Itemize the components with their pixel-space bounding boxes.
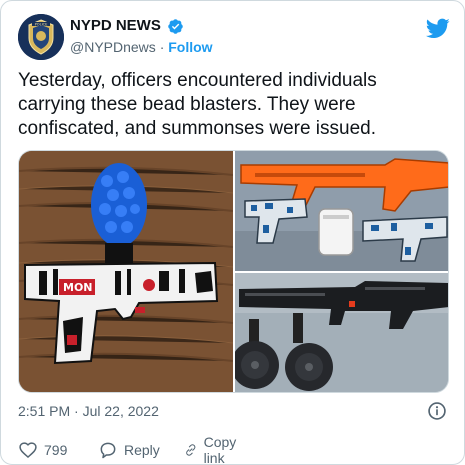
info-icon[interactable] — [427, 401, 447, 421]
author-names: NYPD NEWS @NYPDnews · Follow — [70, 16, 213, 57]
tweet-time: 2:51 PM — [18, 403, 71, 419]
tweet-card: POLICE NYPD NEWS @NYPDnews · Follow Yest… — [0, 0, 465, 465]
nypd-badge-icon: POLICE — [18, 14, 64, 60]
heart-icon — [19, 442, 37, 458]
reply-bubble-icon — [100, 442, 116, 459]
author-handle[interactable]: @NYPDnews — [70, 39, 156, 55]
time-separator: · — [74, 403, 79, 419]
reply-label: Reply — [124, 442, 160, 458]
tweet-text: Yesterday, officers encountered individu… — [18, 70, 377, 139]
tweet-header: POLICE NYPD NEWS @NYPDnews · Follow — [18, 14, 450, 60]
twitter-bird-icon[interactable] — [426, 16, 450, 40]
gun-decal-text: MON — [63, 281, 93, 294]
link-icon — [186, 444, 196, 456]
photo-black-rifle[interactable] — [235, 273, 448, 392]
photo-blasters-group[interactable] — [235, 151, 448, 271]
timestamp-row[interactable]: 2:51 PM · Jul 22, 2022 — [18, 402, 159, 420]
copy-link-button[interactable]: Copy link — [184, 434, 243, 464]
avatar-badge-text: POLICE — [35, 22, 49, 26]
reply-button[interactable]: Reply — [98, 439, 160, 461]
photo-pistol[interactable]: MON — [19, 151, 233, 392]
author-display-name[interactable]: NYPD NEWS — [70, 16, 161, 36]
media-grid: MON — [18, 150, 449, 393]
like-count: 799 — [44, 442, 68, 458]
handle-row: @NYPDnews · Follow — [70, 37, 213, 57]
handle-separator: · — [159, 39, 165, 55]
copy-link-label: Copy link — [203, 434, 237, 465]
follow-button[interactable]: Follow — [168, 39, 212, 55]
verified-badge-icon — [168, 18, 184, 34]
tweet-date: Jul 22, 2022 — [82, 403, 159, 419]
avatar[interactable]: POLICE — [18, 14, 64, 60]
like-button[interactable]: 799 — [18, 439, 67, 461]
